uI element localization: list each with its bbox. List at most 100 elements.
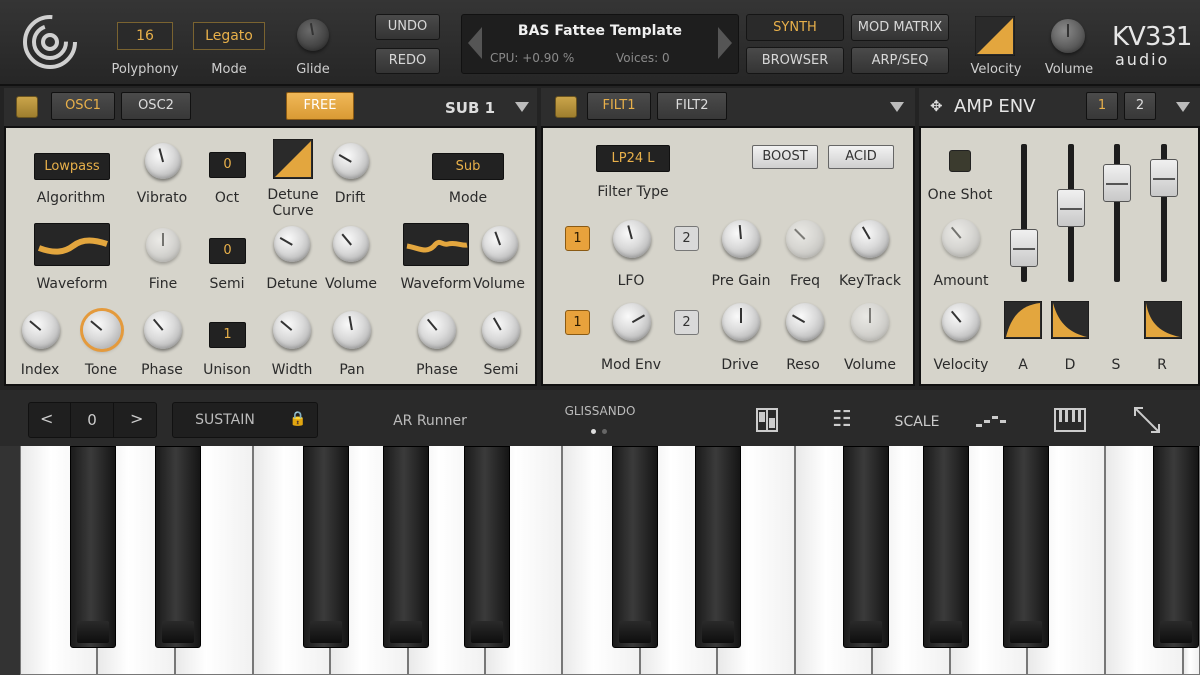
tab-filt1[interactable]: FILT1 bbox=[587, 92, 651, 120]
redo-button[interactable]: REDO bbox=[375, 48, 440, 74]
drift-knob[interactable] bbox=[333, 143, 369, 179]
detune-knob[interactable] bbox=[274, 226, 310, 262]
piano-black-key[interactable] bbox=[70, 446, 116, 648]
piano-black-key[interactable] bbox=[303, 446, 349, 648]
glide-knob[interactable] bbox=[297, 19, 329, 51]
piano-black-key[interactable] bbox=[923, 446, 969, 648]
piano-black-key[interactable] bbox=[1153, 446, 1199, 648]
free-button[interactable]: FREE bbox=[286, 92, 354, 120]
algorithm-select[interactable]: Lowpass bbox=[34, 153, 110, 180]
scale-button[interactable]: SCALE bbox=[895, 414, 940, 430]
app-logo-icon[interactable] bbox=[22, 14, 78, 70]
polyphony-label: Polyphony bbox=[111, 62, 179, 77]
tab-osc1[interactable]: OSC1 bbox=[51, 92, 115, 120]
decay-curve-icon[interactable] bbox=[1051, 301, 1089, 339]
pan-knob[interactable] bbox=[333, 311, 371, 349]
sub-phase-knob[interactable] bbox=[418, 311, 456, 349]
lfo-2-button[interactable]: 2 bbox=[674, 226, 699, 251]
boost-button[interactable]: BOOST bbox=[752, 145, 818, 169]
mod-env-knob[interactable] bbox=[613, 303, 651, 341]
preset-name[interactable]: BAS Fattee Template bbox=[462, 23, 738, 39]
mixer-sliders-icon[interactable]: ☷ bbox=[832, 407, 852, 432]
release-curve-icon[interactable] bbox=[1144, 301, 1182, 339]
sustain-button[interactable]: SUSTAIN bbox=[172, 402, 278, 438]
mod-env-1-button[interactable]: 1 bbox=[565, 310, 590, 335]
filter-type-select[interactable]: LP24 L bbox=[596, 145, 670, 172]
browser-tab[interactable]: BROWSER bbox=[746, 47, 844, 74]
attack-slider-handle[interactable] bbox=[1010, 229, 1038, 267]
pre-gain-knob[interactable] bbox=[722, 220, 760, 258]
sub-semi-knob[interactable] bbox=[482, 311, 520, 349]
amount-knob[interactable] bbox=[942, 219, 980, 257]
decay-slider-handle[interactable] bbox=[1057, 189, 1085, 227]
lock-icon[interactable]: 🔒 bbox=[289, 411, 306, 427]
undo-button[interactable]: UNDO bbox=[375, 14, 440, 40]
split-keyboard-icon[interactable] bbox=[756, 408, 778, 432]
filter-enable-toggle[interactable] bbox=[555, 96, 577, 118]
volume-knob[interactable] bbox=[333, 226, 369, 262]
piano-black-key[interactable] bbox=[695, 446, 741, 648]
amp-menu-chevron-down-icon[interactable] bbox=[1176, 102, 1190, 112]
reso-knob[interactable] bbox=[786, 303, 824, 341]
amp-velocity-knob[interactable] bbox=[942, 303, 980, 341]
master-volume-knob[interactable] bbox=[1051, 19, 1085, 53]
tab-amp-1[interactable]: 1 bbox=[1086, 92, 1118, 120]
arp-seq-tab[interactable]: ARP/SEQ bbox=[851, 47, 949, 74]
acid-button[interactable]: ACID bbox=[828, 145, 894, 169]
one-shot-toggle[interactable] bbox=[949, 150, 971, 172]
page-dot[interactable] bbox=[602, 429, 607, 434]
move-icon[interactable]: ✥ bbox=[930, 97, 943, 115]
drive-knob[interactable] bbox=[722, 303, 760, 341]
sub-mode-label: Mode bbox=[448, 190, 488, 206]
drive-label: Drive bbox=[721, 357, 759, 373]
waveform-display[interactable] bbox=[34, 223, 110, 266]
keytrack-knob[interactable] bbox=[851, 220, 889, 258]
tab-osc2[interactable]: OSC2 bbox=[121, 92, 191, 120]
osc-enable-toggle[interactable] bbox=[16, 96, 38, 118]
unison-value[interactable]: 1 bbox=[209, 322, 246, 348]
sub-semi-label: Semi bbox=[483, 362, 519, 378]
oct-value[interactable]: 0 bbox=[209, 152, 246, 178]
polyphony-value[interactable]: 16 bbox=[117, 22, 173, 50]
page-dot-active[interactable] bbox=[591, 429, 596, 434]
piano-black-key[interactable] bbox=[843, 446, 889, 648]
index-knob[interactable] bbox=[22, 311, 60, 349]
filter-volume-knob[interactable] bbox=[851, 303, 889, 341]
glissando-label[interactable]: GLISSANDO bbox=[565, 404, 636, 418]
width-knob[interactable] bbox=[273, 311, 311, 349]
piano-black-key[interactable] bbox=[155, 446, 201, 648]
mod-matrix-tab[interactable]: MOD MATRIX bbox=[851, 14, 949, 41]
freq-knob[interactable] bbox=[786, 220, 824, 258]
sub-volume-knob[interactable] bbox=[482, 226, 518, 262]
expand-icon[interactable] bbox=[1133, 406, 1161, 434]
vibrato-knob[interactable] bbox=[145, 143, 181, 179]
lfo-knob[interactable] bbox=[613, 220, 651, 258]
mod-env-2-button[interactable]: 2 bbox=[674, 310, 699, 335]
semi-value[interactable]: 0 bbox=[209, 238, 246, 264]
velocity-curve-icon[interactable] bbox=[975, 16, 1015, 56]
piano-black-key[interactable] bbox=[383, 446, 429, 648]
piano-black-key[interactable] bbox=[1003, 446, 1049, 648]
piano-black-key[interactable] bbox=[464, 446, 510, 648]
mode-select[interactable]: Legato bbox=[193, 22, 265, 50]
release-slider-handle[interactable] bbox=[1150, 159, 1178, 197]
tab-filt2[interactable]: FILT2 bbox=[657, 92, 727, 120]
octave-down-icon[interactable]: < bbox=[40, 409, 53, 428]
octave-up-icon[interactable]: > bbox=[130, 409, 143, 428]
fine-knob[interactable] bbox=[146, 228, 180, 262]
tone-knob[interactable] bbox=[83, 311, 121, 349]
filter-menu-chevron-down-icon[interactable] bbox=[890, 102, 904, 112]
tab-amp-2[interactable]: 2 bbox=[1124, 92, 1156, 120]
lfo-1-button[interactable]: 1 bbox=[565, 226, 590, 251]
keyboard-icon[interactable] bbox=[1054, 408, 1086, 432]
phase-knob[interactable] bbox=[144, 311, 182, 349]
piano-black-key[interactable] bbox=[612, 446, 658, 648]
synth-tab[interactable]: SYNTH bbox=[746, 14, 844, 41]
sustain-slider-handle[interactable] bbox=[1103, 164, 1131, 202]
arpeggio-steps-icon[interactable] bbox=[976, 412, 1008, 428]
detune-curve-icon[interactable] bbox=[273, 139, 313, 179]
attack-curve-icon[interactable] bbox=[1004, 301, 1042, 339]
sub-waveform-display[interactable] bbox=[403, 223, 469, 266]
sub-mode-select[interactable]: Sub bbox=[432, 153, 504, 180]
sub-menu-chevron-down-icon[interactable] bbox=[515, 102, 529, 112]
